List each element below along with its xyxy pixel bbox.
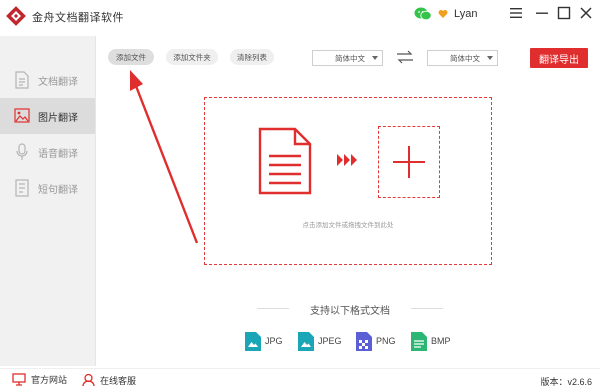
jpg-file-icon [245,331,261,351]
swap-languages-icon[interactable] [396,50,414,64]
sidebar-item-document-translate[interactable]: 文档翻译 [0,62,95,98]
vip-heart-icon [438,10,448,18]
microphone-icon [16,143,28,160]
sentence-icon [15,179,29,197]
format-label: BMP [431,336,451,346]
chevron-down-icon [487,56,493,60]
close-button[interactable] [576,3,596,23]
sidebar-item-image-translate[interactable]: 图片翻译 [0,98,95,134]
divider [411,308,443,309]
format-bmp: BMP [411,331,451,351]
sidebar-item-label: 语音翻译 [38,148,78,160]
format-png: PNG [356,331,396,351]
document-icon [258,127,312,195]
menu-button[interactable] [506,3,526,23]
document-icon [15,71,29,89]
target-language-select[interactable]: 简体中文 [427,50,498,66]
bmp-file-icon [411,331,427,351]
format-jpeg: JPEG [298,331,342,351]
user-name: Lyan [454,8,478,20]
png-file-icon [356,331,372,351]
sidebar-item-voice-translate[interactable]: 语音翻译 [0,134,95,170]
official-website-label: 官方网站 [31,375,68,385]
sidebar: 文档翻译 图片翻译 语音翻译 短句翻译 [0,36,96,366]
monitor-icon [12,373,26,386]
version-label: 版本：v2.6.6 [540,377,592,387]
user-account[interactable]: Lyan [414,5,477,23]
add-file-button[interactable]: 添加文件 [108,49,154,65]
drop-hint-text: 点击添加文件或拖拽文件到此处 [302,222,394,229]
image-icon [14,108,30,123]
format-label: JPEG [318,336,342,346]
status-bar: 官方网站 在线客服 版本：v2.6.6 [0,368,600,390]
sidebar-item-label: 短句翻译 [38,184,78,196]
plus-icon [393,146,425,178]
clear-list-button[interactable]: 清除列表 [230,49,274,65]
sidebar-item-label: 图片翻译 [38,112,78,124]
title-bar: 金舟文档翻译软件 Lyan [0,0,600,36]
chevron-down-icon [372,56,378,60]
minimize-icon [536,12,548,14]
supported-formats-title: 支持以下格式文档 [310,306,390,317]
file-drop-zone[interactable]: 点击添加文件或拖拽文件到此处 [204,97,492,265]
add-file-target[interactable] [378,126,440,198]
wechat-icon [414,7,432,21]
online-support-link[interactable]: 在线客服 [82,373,136,387]
sidebar-item-label: 文档翻译 [38,76,78,88]
sidebar-item-sentence-translate[interactable]: 短句翻译 [0,170,95,206]
format-jpg: JPG [245,331,283,351]
source-language-select[interactable]: 简体中文 [312,50,383,66]
close-icon [580,7,592,19]
app-logo-icon [6,6,26,26]
minimize-button[interactable] [532,3,552,23]
source-language-value: 简体中文 [335,53,365,63]
target-language-value: 简体中文 [450,53,480,63]
app-title: 金舟文档翻译软件 [32,12,124,24]
official-website-link[interactable]: 官方网站 [12,373,67,386]
maximize-button[interactable] [554,3,574,23]
customer-service-icon [82,373,95,387]
maximize-icon [557,6,571,20]
format-label: PNG [376,336,396,346]
translate-export-button[interactable]: 翻译导出 [530,48,588,68]
jpeg-file-icon [298,331,314,351]
forward-arrows-icon [337,154,357,166]
hamburger-menu-icon [510,8,522,18]
format-label: JPG [265,336,283,346]
online-support-label: 在线客服 [100,375,137,386]
add-folder-button[interactable]: 添加文件夹 [166,49,218,65]
